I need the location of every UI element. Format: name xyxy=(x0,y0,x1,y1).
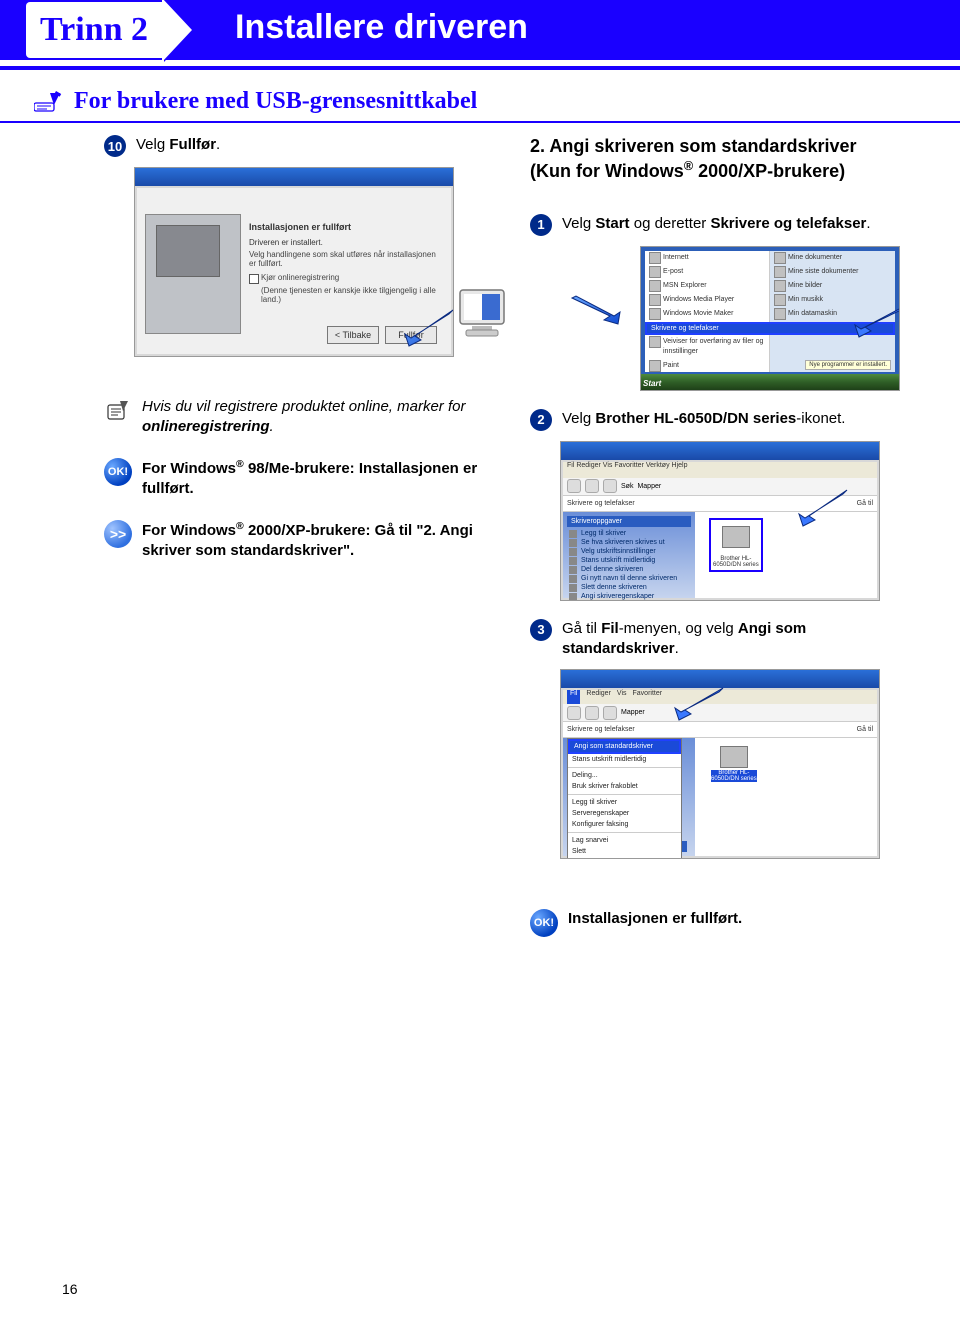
step-1-row: 1 Velg Start og deretter Skrivere og tel… xyxy=(530,214,926,236)
step-3-text: Gå til Fil-menyen, og velg Angi som stan… xyxy=(562,619,926,660)
step-label: Trinn 2 xyxy=(40,11,148,49)
section-title: For brukere med USB-grensesnittkabel xyxy=(74,88,477,115)
start-menu-right: Mine dokumenter Mine siste dokumenter Mi… xyxy=(770,251,895,372)
banner: Trinn 2 Installere driveren xyxy=(0,0,960,60)
printers-folder-screenshot: Fil Rediger Vis Favoritter Verktøy Hjelp… xyxy=(560,441,880,601)
printer-icon[interactable]: Brother HL-6050D/DN series xyxy=(709,518,763,572)
step-2-row: 2 Velg Brother HL-6050D/DN series-ikonet… xyxy=(530,409,926,431)
printer-icon[interactable]: Brother HL-6050D/DN series xyxy=(711,746,757,782)
start-menu-left: Internett E-post MSN Explorer Windows Me… xyxy=(645,251,770,372)
printers-faxes-item[interactable]: Skrivere og telefakser xyxy=(645,322,895,335)
menu-bar: Fil Rediger Vis Favoritter Verktøy Hjelp xyxy=(563,462,877,478)
ok-block-98me: OK! For Windows® 98/Me-brukere: Installa… xyxy=(104,458,500,498)
pointer-arrow-icon xyxy=(570,294,626,328)
write-icon xyxy=(34,91,62,113)
menu-bar[interactable]: Fil Rediger Vis Favoritter xyxy=(563,690,877,704)
file-dropdown[interactable]: Angi som standardskriver Stans utskrift … xyxy=(567,738,682,859)
next-block-2000xp: >> For Windows® 2000/XP-brukere: Gå til … xyxy=(104,520,500,560)
finish-button[interactable]: Fullfør xyxy=(385,326,437,344)
ok-block-final: OK! Installasjonen er fullført. xyxy=(530,909,926,937)
file-menu-screenshot: Fil Rediger Vis Favoritter Mapper Skrive… xyxy=(560,669,880,859)
task-pane: Skriveroppgaver Legg til skriver Se hva … xyxy=(563,512,695,598)
step-10-text: Velg Fullfør. xyxy=(136,135,500,155)
step-1-text: Velg Start og deretter Skrivere og telef… xyxy=(562,214,926,234)
section-rule xyxy=(0,121,960,123)
next-icon: >> xyxy=(104,520,132,548)
step-3-row: 3 Gå til Fil-menyen, og velg Angi som st… xyxy=(530,619,926,660)
step-number-10-icon: 10 xyxy=(104,135,126,157)
new-programs-balloon: Nye programmer er installert. xyxy=(805,360,891,370)
right-column: 2. Angi skriveren som standardskriver (K… xyxy=(520,135,926,949)
step-2-text: Velg Brother HL-6050D/DN series-ikonet. xyxy=(562,409,926,429)
monitor-icon xyxy=(456,286,516,350)
ok-text-98me: For Windows® 98/Me-brukere: Installasjon… xyxy=(142,458,500,498)
ok-icon: OK! xyxy=(530,909,558,937)
left-column: 10 Velg Fullfør. Installasjonen er fullf… xyxy=(34,135,500,949)
back-button[interactable]: < Tilbake xyxy=(327,326,379,344)
next-text-2000xp: For Windows® 2000/XP-brukere: Gå til "2.… xyxy=(142,520,500,560)
note-icon xyxy=(104,397,132,425)
note-block: Hvis du vil registrere produktet online,… xyxy=(104,397,500,436)
banner-title: Installere driveren xyxy=(235,8,528,47)
step-10-row: 10 Velg Fullfør. xyxy=(104,135,500,157)
step-number-3-icon: 3 xyxy=(530,619,552,641)
set-default-item[interactable]: Angi som standardskriver xyxy=(568,739,681,754)
ok-text-final: Installasjonen er fullført. xyxy=(568,909,926,929)
start-menu-screenshot: Internett E-post MSN Explorer Windows Me… xyxy=(640,246,900,391)
start-button[interactable]: Start xyxy=(643,379,661,388)
content: For brukere med USB-grensesnittkabel 10 … xyxy=(0,70,960,949)
heading-2: 2. Angi skriveren som standardskriver (K… xyxy=(530,135,926,184)
step-chevron: Trinn 2 xyxy=(24,0,192,66)
page-number: 16 xyxy=(62,1281,78,1297)
installer-finish-screenshot: Installasjonen er fullført Driveren er i… xyxy=(134,167,454,357)
ok-icon: OK! xyxy=(104,458,132,486)
step-number-1-icon: 1 xyxy=(530,214,552,236)
note-text: Hvis du vil registrere produktet online,… xyxy=(142,397,500,436)
step-number-2-icon: 2 xyxy=(530,409,552,431)
